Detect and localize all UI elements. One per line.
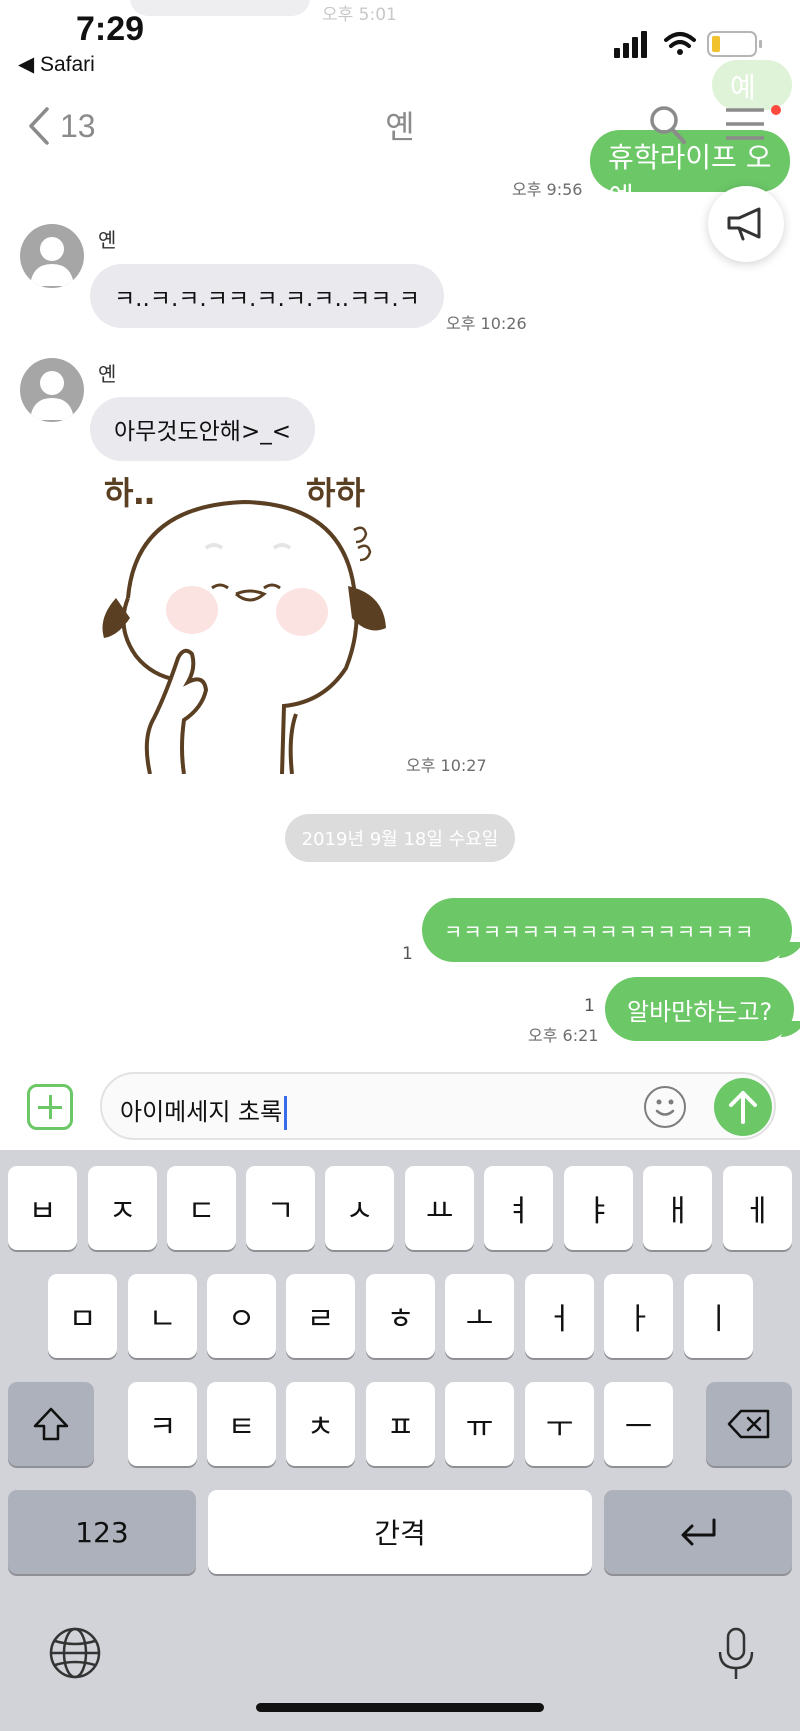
message-time: 오후 6:21 <box>528 1026 599 1045</box>
shift-icon <box>33 1407 69 1441</box>
space-key[interactable]: 간격 <box>208 1490 592 1574</box>
sender-name: 옌 <box>98 362 117 386</box>
megaphone-icon <box>727 207 761 241</box>
key[interactable]: ㅛ <box>405 1166 474 1250</box>
default-profile-icon <box>30 237 74 286</box>
key[interactable]: ㄱ <box>246 1166 315 1250</box>
backspace-key[interactable] <box>706 1382 792 1466</box>
unread-count: 13 <box>60 107 96 144</box>
key[interactable]: ㅡ <box>604 1382 673 1466</box>
key[interactable]: ㅈ <box>88 1166 157 1250</box>
date-divider: 2019년 9월 18일 수요일 <box>285 814 515 862</box>
home-indicator <box>256 1703 544 1712</box>
key[interactable]: ㅂ <box>8 1166 77 1250</box>
numbers-key[interactable]: 123 <box>8 1490 196 1574</box>
back-to-safari-link[interactable]: ◀ Safari <box>18 52 95 77</box>
key[interactable]: ㅁ <box>48 1274 117 1358</box>
key[interactable]: ㅑ <box>564 1166 633 1250</box>
key[interactable]: ㅏ <box>604 1274 673 1358</box>
search-icon[interactable] <box>648 104 688 146</box>
key[interactable]: ㄴ <box>128 1274 197 1358</box>
key[interactable]: ㄹ <box>286 1274 355 1358</box>
sticker-image[interactable]: 하‥ 하하 <box>96 468 406 775</box>
battery-icon <box>707 31 762 57</box>
message-input-value: 아이메세지 초록 <box>120 1098 283 1126</box>
ghost-time: 오후 5:01 <box>322 5 397 25</box>
shift-key[interactable] <box>8 1382 94 1466</box>
message-time: 오후 9:56 <box>512 180 583 199</box>
sender-name: 옌 <box>98 228 117 252</box>
keyboard: ㅂ ㅈ ㄷ ㄱ ㅅ ㅛ ㅕ ㅑ ㅐ ㅔ ㅁ ㄴ ㅇ ㄹ ㅎ ㅗ ㅓ ㅏ ㅣ ㅋ … <box>0 1150 800 1731</box>
globe-icon[interactable] <box>48 1626 102 1680</box>
default-profile-icon <box>30 371 74 420</box>
hamburger-menu-icon[interactable] <box>724 106 768 142</box>
key[interactable]: ㅓ <box>525 1274 594 1358</box>
status-icons <box>614 31 762 58</box>
ghost-bubble <box>130 0 310 16</box>
status-time: 7:29 <box>76 10 145 48</box>
key[interactable]: ㅔ <box>723 1166 792 1250</box>
return-key[interactable] <box>604 1490 792 1574</box>
svg-text:하하: 하하 <box>306 474 365 512</box>
message-time: 오후 10:27 <box>406 756 487 775</box>
key[interactable]: ㅕ <box>484 1166 553 1250</box>
key[interactable]: ㅋ <box>128 1382 197 1466</box>
key[interactable]: ㅠ <box>445 1382 514 1466</box>
chevron-left-icon <box>29 107 49 145</box>
key[interactable]: ㅌ <box>207 1382 276 1466</box>
key[interactable]: ㅎ <box>366 1274 435 1358</box>
send-button[interactable] <box>714 1078 772 1136</box>
sticker-character-illustration: 하‥ 하하 <box>102 474 386 775</box>
key[interactable]: ㅊ <box>286 1382 355 1466</box>
outgoing-message[interactable]: 알바만하는고? <box>605 977 795 1041</box>
key[interactable]: ㅜ <box>525 1382 594 1466</box>
key[interactable]: ㅐ <box>643 1166 712 1250</box>
send-arrow-icon <box>729 1091 757 1124</box>
unread-indicator: 1 <box>584 996 595 1016</box>
svg-text:하‥: 하‥ <box>104 474 155 512</box>
ghost-bubble: 예니 <box>712 60 792 144</box>
backspace-icon <box>727 1409 770 1439</box>
message-input-text[interactable]: 아이메세지 초록 <box>120 1092 288 1130</box>
avatar[interactable] <box>20 358 84 422</box>
text-caret <box>284 1096 288 1130</box>
message-time: 오후 10:26 <box>446 314 527 333</box>
cellular-signal-icon <box>614 31 647 58</box>
avatar[interactable] <box>20 224 84 288</box>
incoming-message[interactable]: ㅋ..ㅋ.ㅋ.ㅋㅋ.ㅋ.ㅋ.ㅋ..ㅋㅋ.ㅋ <box>90 264 444 328</box>
notification-dot <box>771 105 781 115</box>
outgoing-message[interactable]: ㅋㅋㅋㅋㅋㅋㅋㅋㅋㅋㅋㅋㅋㅋㅋㅋ <box>422 898 792 962</box>
emoji-face-glyph <box>655 1099 675 1116</box>
emoji-icon[interactable] <box>644 1086 686 1128</box>
unread-indicator: 1 <box>402 944 413 964</box>
back-button[interactable]: 13 <box>28 104 108 148</box>
key[interactable]: ㄷ <box>167 1166 236 1250</box>
key[interactable]: ㅅ <box>325 1166 394 1250</box>
wifi-icon <box>664 32 696 55</box>
key[interactable]: ㅣ <box>684 1274 753 1358</box>
key[interactable]: ㅇ <box>207 1274 276 1358</box>
plus-icon[interactable] <box>27 1084 73 1130</box>
key[interactable]: ㅍ <box>366 1382 435 1466</box>
chat-title: 옌 <box>385 108 415 146</box>
message-input[interactable]: 아이메세지 초록 <box>100 1072 776 1140</box>
notice-button[interactable] <box>708 186 784 262</box>
key[interactable]: ㅗ <box>445 1274 514 1358</box>
incoming-message[interactable]: 아무것도안해>_< <box>90 397 316 461</box>
microphone-icon[interactable] <box>716 1626 756 1682</box>
return-icon <box>681 1518 716 1546</box>
